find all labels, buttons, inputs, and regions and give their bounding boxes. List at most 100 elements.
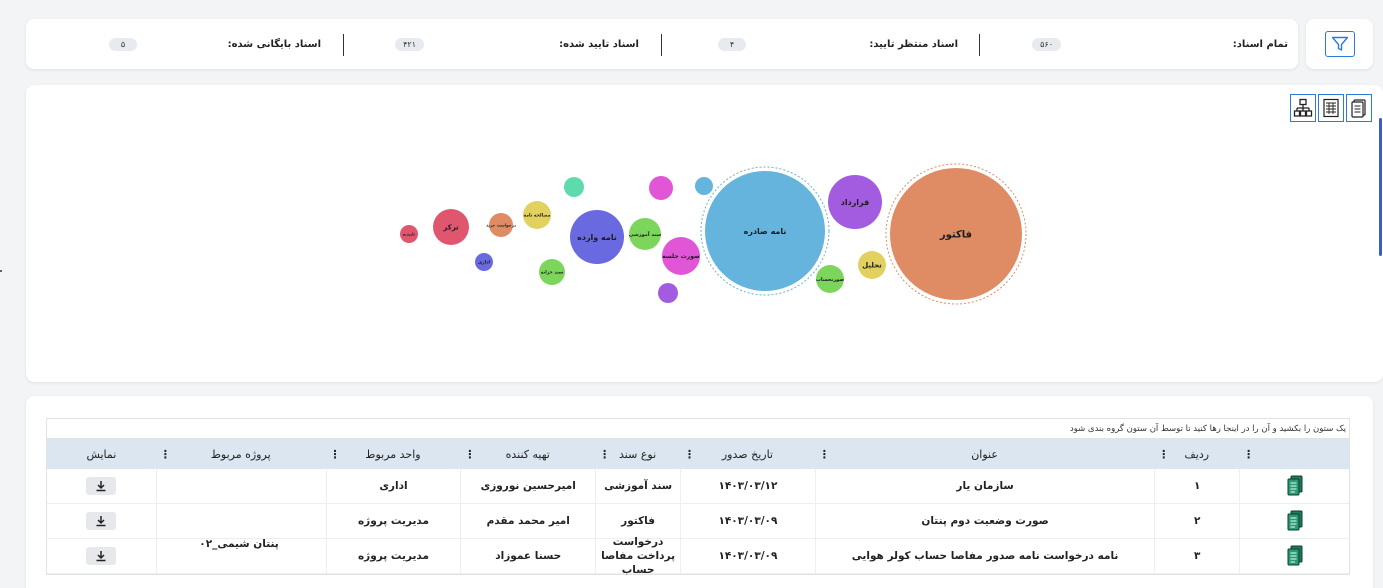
- cell-preparer: امیر محمد مقدم: [460, 504, 595, 538]
- filter-button[interactable]: [1324, 31, 1355, 57]
- stat-approved-value: ۴۲۱: [395, 38, 424, 51]
- bubble-circle[interactable]: [695, 177, 713, 195]
- bubble[interactable]: سند خزانه: [539, 259, 565, 285]
- column-menu-icon[interactable]: ⋮: [599, 448, 610, 461]
- document-icon[interactable]: [1286, 475, 1304, 497]
- cell-title: سازمان یار: [814, 469, 1154, 503]
- hierarchy-icon: [1293, 98, 1313, 117]
- header-icon-col: ⋮: [1239, 439, 1349, 469]
- header-idx[interactable]: ردیف ⋮: [1154, 439, 1239, 469]
- merged-project-cell: پنتان شیمی_۰۲: [199, 537, 279, 550]
- cell-date: ۱۴۰۳/۰۳/۰۹: [680, 504, 815, 538]
- header-preparer[interactable]: تهیه کننده ⋮: [460, 439, 595, 469]
- cell-date: ۱۴۰۳/۰۳/۱۲: [680, 469, 815, 503]
- bubble-circle[interactable]: [564, 177, 584, 197]
- download-icon: [96, 516, 106, 527]
- stat-archived: اسناد بایگانی شده:: [228, 19, 321, 69]
- cell-preparer: امیرحسین نوروزی: [460, 469, 595, 503]
- cell-unit: مدیریت پروژه: [325, 504, 461, 538]
- bubble[interactable]: ترکر: [433, 209, 469, 245]
- bubble[interactable]: [658, 283, 678, 303]
- view-switcher: [1290, 94, 1372, 122]
- documents-grid: یک ستون را بکشید و آن را در اینجا رها کن…: [46, 418, 1350, 576]
- bubble-label: صورت جلسه: [662, 253, 700, 260]
- download-button[interactable]: [86, 512, 117, 530]
- scroll-indicator: [1379, 118, 1382, 256]
- bubble-label: نامه صادره: [744, 227, 787, 236]
- bubble[interactable]: تاییدیه: [400, 225, 418, 243]
- bubble-label: تاییدیه: [403, 231, 416, 236]
- stat-divider: [979, 34, 980, 56]
- bubble[interactable]: صورت جلسه: [662, 237, 700, 275]
- stat-total-label: تمام اسناد:: [1232, 38, 1288, 50]
- bubble[interactable]: تحلیل: [858, 251, 886, 279]
- stat-approved-label: اسناد تایید شده:: [559, 38, 639, 50]
- filter-card: [1306, 19, 1373, 69]
- bubble[interactable]: [649, 176, 673, 200]
- bubble-label: قرارداد: [841, 198, 870, 207]
- bubble-label: سند آموزشی: [629, 230, 661, 238]
- column-menu-icon[interactable]: ⋮: [684, 448, 695, 461]
- cell-title: نامه درخواست نامه صدور مفاصا حساب کولر ه…: [814, 539, 1154, 573]
- table-view-button[interactable]: [1318, 94, 1344, 122]
- bubble[interactable]: [695, 177, 713, 195]
- bubbles-svg: فاکتور نامه صادره قرارداد تحلیل صورتحساب صورت…: [400, 163, 1027, 305]
- stat-pending-label: اسناد منتظر تایید:: [869, 38, 958, 50]
- bubble-label: صورتحساب: [816, 277, 844, 283]
- download-button[interactable]: [86, 477, 117, 495]
- page-dot: [0, 270, 2, 272]
- cell-idx: ۱: [1154, 469, 1239, 503]
- column-menu-icon[interactable]: ⋮: [160, 448, 171, 461]
- list-view-button[interactable]: [1346, 94, 1372, 122]
- cell-idx: ۳: [1154, 539, 1239, 573]
- bubble[interactable]: نامه وارده: [570, 210, 624, 264]
- stat-divider: [661, 34, 662, 56]
- bubble[interactable]: سند آموزشی: [629, 218, 661, 250]
- cell-idx: ۲: [1154, 504, 1239, 538]
- column-menu-icon[interactable]: ⋮: [819, 448, 830, 461]
- document-table-icon: [1323, 98, 1339, 118]
- bubble[interactable]: اداری: [475, 253, 493, 271]
- stats-bar: تمام اسناد: ۵۶۰ اسناد منتظر تایید: ۴ اسن…: [26, 19, 1298, 69]
- stat-pending-value: ۴: [718, 38, 746, 51]
- bubble-label: اداری: [478, 261, 491, 266]
- group-by-drop-zone[interactable]: یک ستون را بکشید و آن را در اینجا رها کن…: [47, 419, 1349, 439]
- header-view[interactable]: نمایش: [47, 439, 156, 469]
- bubble[interactable]: صورتحساب: [816, 265, 844, 293]
- column-menu-icon[interactable]: ⋮: [1158, 448, 1169, 461]
- download-icon: [96, 551, 106, 562]
- bubble[interactable]: نامه صادره: [700, 166, 830, 296]
- bubble-circle[interactable]: [649, 176, 673, 200]
- bubble[interactable]: فاکتور: [885, 163, 1027, 305]
- column-menu-icon[interactable]: ⋮: [330, 448, 341, 461]
- bubble[interactable]: قرارداد: [828, 175, 882, 229]
- stat-pending: اسناد منتظر تایید:: [869, 19, 958, 69]
- header-unit[interactable]: واحد مربوط ⋮: [326, 439, 461, 469]
- stat-archived-value: ۵: [109, 38, 137, 51]
- document-icon[interactable]: [1286, 510, 1304, 532]
- bubble-label: نامه وارده: [577, 233, 617, 242]
- hierarchy-view-button[interactable]: [1290, 94, 1316, 122]
- cell-unit: اداری: [325, 469, 461, 503]
- column-menu-icon[interactable]: ⋮: [464, 448, 475, 461]
- bubble-label: درخواست خرید: [486, 222, 516, 227]
- column-menu-icon[interactable]: ⋮: [1243, 448, 1254, 461]
- header-date[interactable]: تاریخ صدور ⋮: [680, 439, 815, 469]
- header-project[interactable]: پروژه مربوط ⋮: [156, 439, 326, 469]
- bubble[interactable]: مصالحه نامه: [523, 201, 551, 229]
- download-button[interactable]: [86, 547, 117, 565]
- bubble-label: فاکتور: [939, 230, 972, 241]
- bubble[interactable]: درخواست خرید: [486, 213, 516, 237]
- cell-type: سند آموزشی: [595, 469, 680, 503]
- header-title[interactable]: عنوان ⋮: [815, 439, 1154, 469]
- document-icon[interactable]: [1286, 545, 1304, 567]
- stat-divider: [343, 34, 344, 56]
- download-icon: [96, 481, 106, 492]
- header-type[interactable]: نوع سند ⋮: [595, 439, 680, 469]
- bubble-circle[interactable]: [658, 283, 678, 303]
- bubble-label: سند خزانه: [541, 271, 564, 276]
- cell-title: صورت وضعیت دوم پنتان: [814, 504, 1154, 538]
- bubble[interactable]: [564, 177, 584, 197]
- documents-table-card: یک ستون را بکشید و آن را در اینجا رها کن…: [26, 396, 1373, 588]
- cell-type: فاکتور: [595, 504, 680, 538]
